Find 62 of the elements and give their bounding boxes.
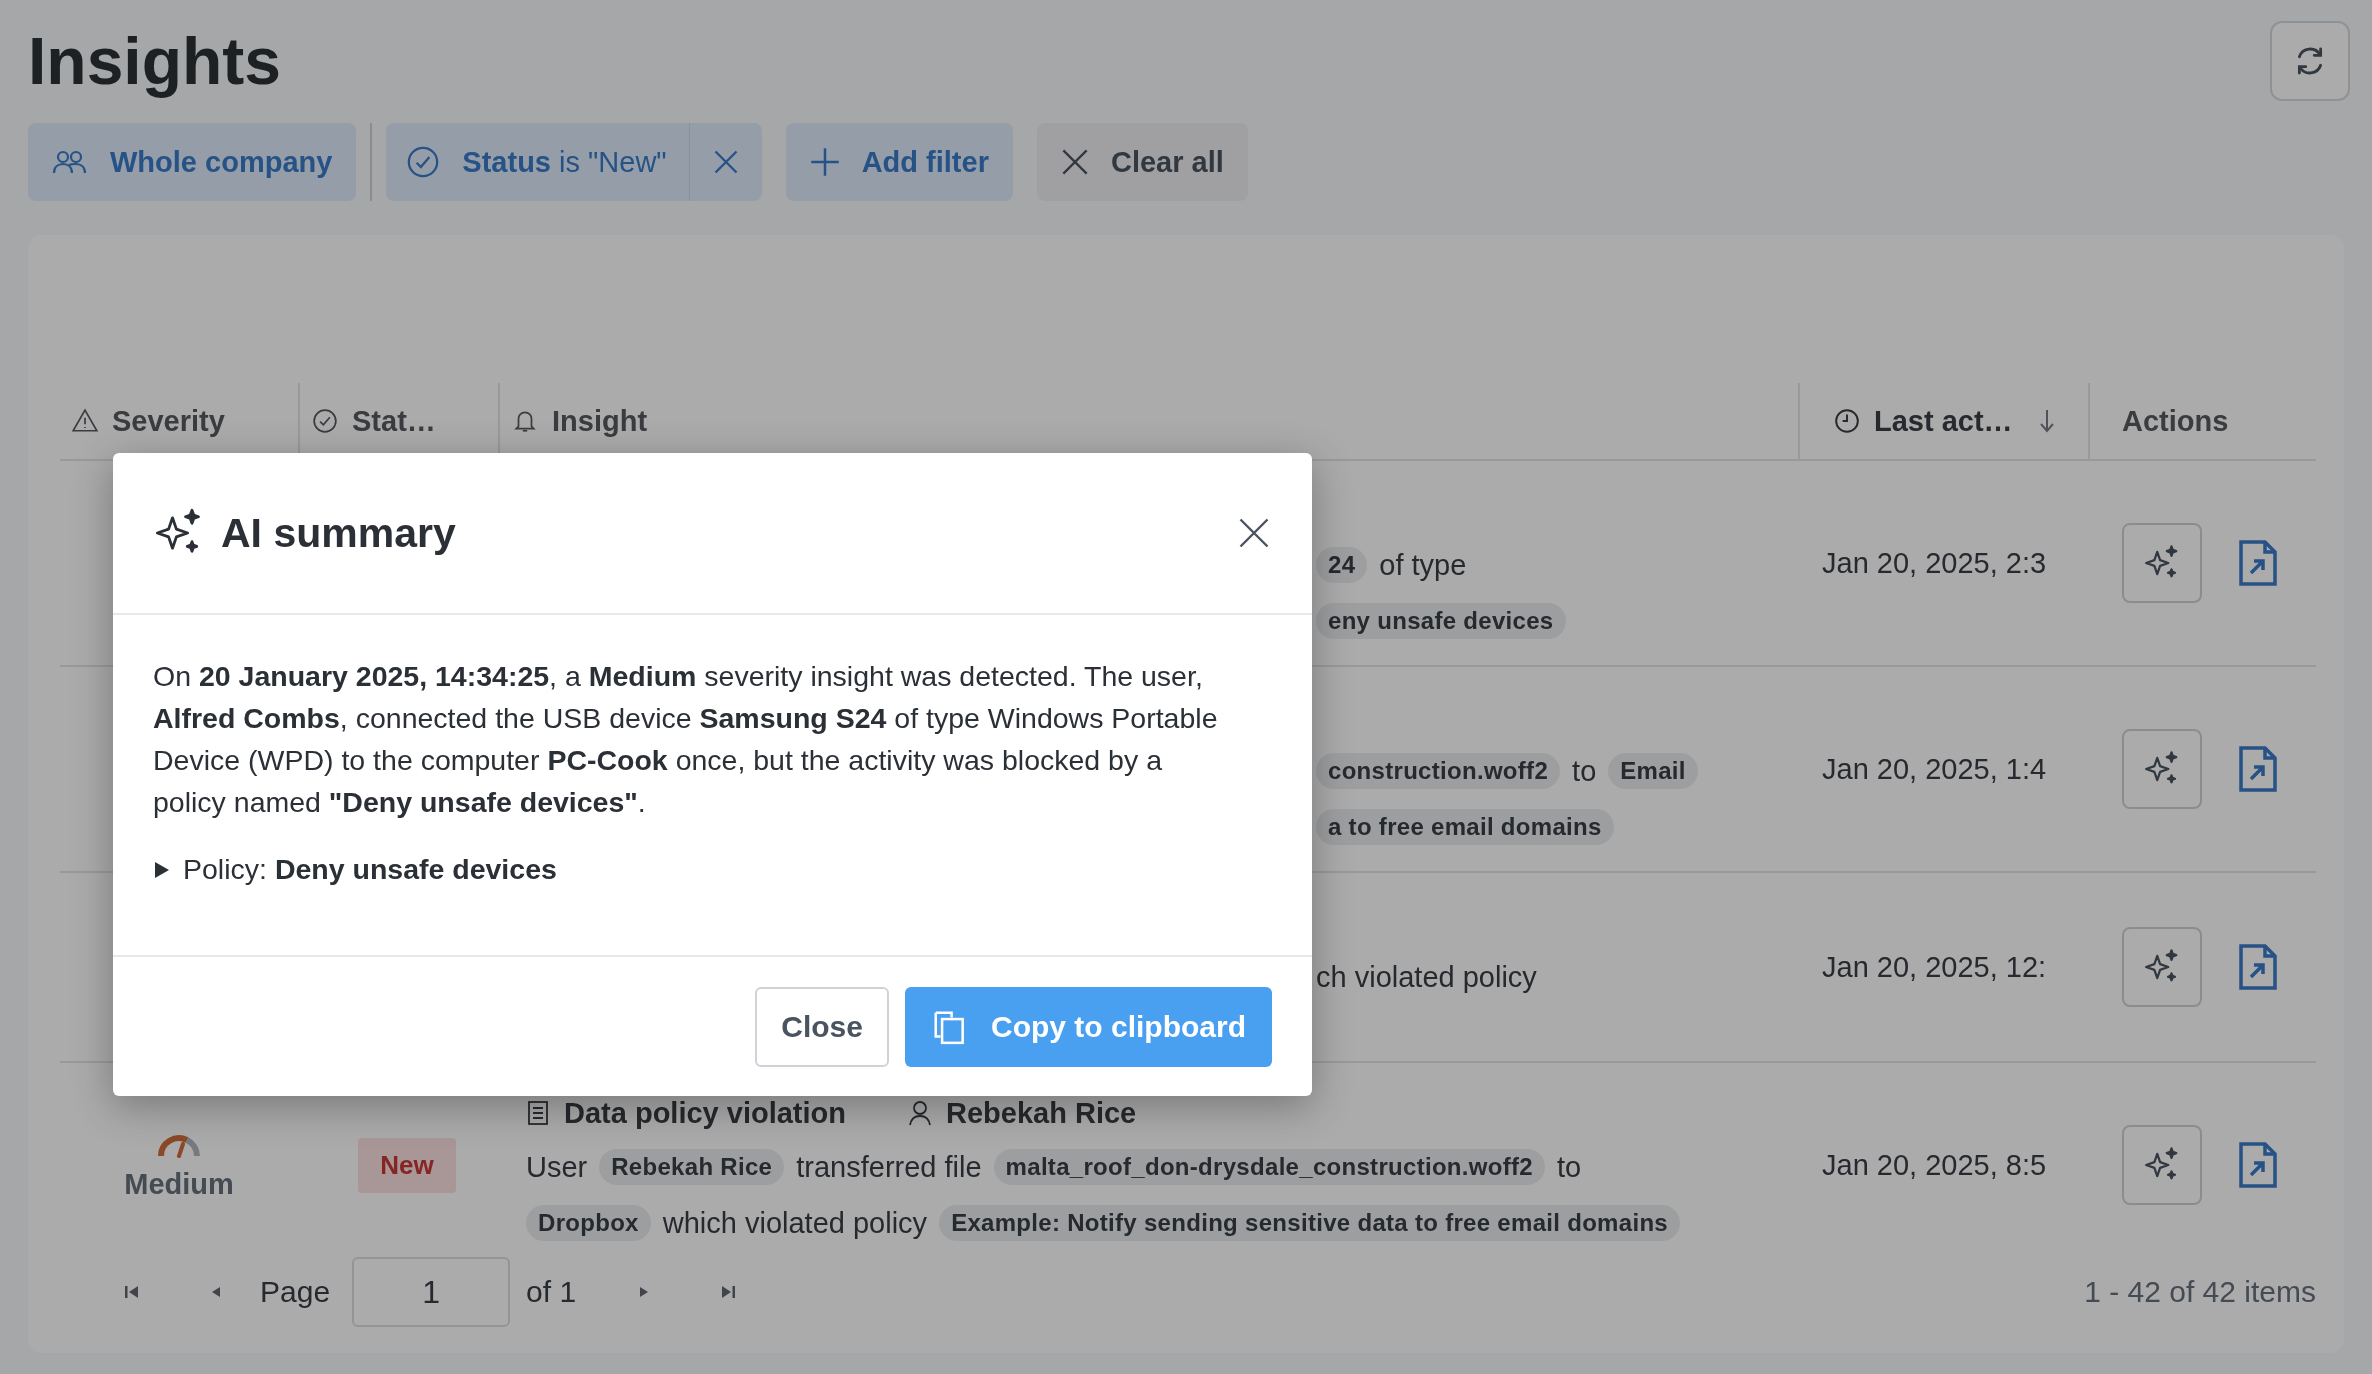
value-tag: Rebekah Rice — [599, 1149, 785, 1185]
page-count: of 1 — [526, 1275, 577, 1309]
ai-summary-button[interactable] — [2122, 523, 2202, 603]
last-activity-date: Jan 20, 2025, 1:4 — [1822, 752, 2047, 786]
dialog-title: AI summary — [221, 509, 456, 557]
scope-filter[interactable]: Whole company — [28, 123, 357, 201]
column-header[interactable]: Actions — [2122, 404, 2229, 438]
open-report-icon[interactable] — [2238, 745, 2278, 793]
close-icon — [1060, 148, 1089, 176]
refresh-button[interactable] — [2270, 21, 2350, 101]
value-tag: Email — [1608, 753, 1698, 789]
column-header[interactable]: Stat… — [352, 404, 436, 438]
expand-icon[interactable] — [153, 860, 171, 879]
insight-text: User — [526, 1150, 588, 1184]
last-activity-date: Jan 20, 2025, 8:5 — [1822, 1148, 2047, 1182]
policy-disclosure[interactable]: Policy: Deny unsafe devices — [183, 853, 557, 886]
insight-text: transferred file — [796, 1150, 982, 1184]
check-circle-icon — [312, 408, 338, 434]
summary-text: On 20 January 2025, 14:34:25, a Medium severity insight was detected. The user, Alfred Combs, connected the USB device Samsung S24 of type Windows Portable Device (WPD) to the computer PC-Cook once, but the activity was blocked by a policy named "Deny unsafe devices". — [153, 659, 1219, 820]
insight-text: which violated policy — [662, 1206, 928, 1240]
clock-icon — [1834, 408, 1860, 434]
add-filter-button[interactable]: Add filter — [785, 123, 1013, 201]
check-circle-icon — [406, 145, 441, 179]
value-tag: malta_roof_don-drysdale_construction.woff2 — [993, 1149, 1545, 1185]
value-tag: a to free email domains — [1316, 809, 1614, 845]
column-header[interactable]: Last act… — [1874, 404, 2013, 438]
insight-text: to — [1556, 1150, 1582, 1184]
user-name: Rebekah Rice — [946, 1096, 1137, 1130]
open-report-icon[interactable] — [2238, 1141, 2278, 1189]
status-badge: New — [358, 1137, 456, 1193]
value-tag: Dropbox — [526, 1205, 651, 1241]
value-tag: eny unsafe devices — [1316, 603, 1566, 639]
value-tag: Example: Notify sending sensitive data to free email domains — [939, 1205, 1680, 1241]
severity-label: Medium — [124, 1167, 234, 1201]
open-report-icon[interactable] — [2238, 539, 2278, 587]
page-label: Page — [260, 1275, 331, 1309]
insight-title: Data policy violation — [564, 1096, 846, 1130]
copy-button[interactable]: Copy to clipboard — [905, 986, 1272, 1067]
last-activity-date: Jan 20, 2025, 12: — [1822, 950, 2047, 984]
open-report-icon[interactable] — [2238, 943, 2278, 991]
warning-icon — [72, 408, 98, 434]
status-filter[interactable]: Status is "New" — [386, 123, 762, 201]
insight-text: to — [1572, 754, 1597, 788]
insight-text: of type — [1379, 548, 1467, 582]
plus-icon — [809, 147, 840, 177]
people-icon — [52, 148, 88, 176]
value-tag: 24 — [1316, 547, 1368, 583]
page-input[interactable]: 1 — [352, 1257, 511, 1327]
column-header[interactable]: Insight — [552, 404, 648, 438]
ai-summary-button[interactable] — [2122, 729, 2202, 809]
value-tag: construction.woff2 — [1316, 753, 1561, 789]
clear-all-button[interactable]: Clear all — [1036, 123, 1248, 201]
person-icon — [908, 1100, 932, 1126]
insight-text: ch violated policy — [1316, 960, 1537, 994]
items-summary: 1 - 42 of 42 items — [2084, 1275, 2316, 1309]
last-activity-date: Jan 20, 2025, 2:3 — [1822, 546, 2047, 580]
ai-summary-button[interactable] — [2122, 927, 2202, 1007]
page-title: Insights — [28, 23, 281, 99]
close-button[interactable]: Close — [755, 986, 889, 1067]
column-header[interactable]: Severity — [112, 404, 225, 438]
document-icon — [526, 1100, 550, 1126]
ai-summary-button[interactable] — [2122, 1125, 2202, 1205]
